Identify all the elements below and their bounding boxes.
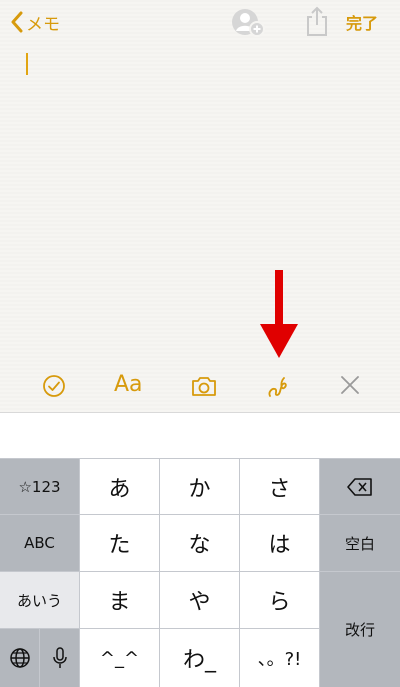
kana-mode-key[interactable]: あいう xyxy=(0,572,79,628)
kana-key-ra[interactable]: ら xyxy=(240,572,319,628)
punctuation-key[interactable]: 、。?! xyxy=(240,629,319,687)
kana-key-ha[interactable]: は xyxy=(240,515,319,571)
kana-key-na[interactable]: な xyxy=(160,515,239,571)
checklist-icon[interactable] xyxy=(42,374,66,398)
back-button[interactable]: メモ xyxy=(10,8,60,36)
note-canvas[interactable] xyxy=(0,0,400,412)
space-key[interactable]: 空白 xyxy=(320,515,400,571)
add-person-icon[interactable] xyxy=(229,6,269,38)
done-button[interactable]: 完了 xyxy=(346,10,378,34)
numbers-mode-key[interactable]: ☆123 xyxy=(0,459,79,514)
kana-key-ya[interactable]: や xyxy=(160,572,239,628)
alphabet-mode-key[interactable]: ABC xyxy=(0,515,79,571)
arrow-down-icon xyxy=(260,270,298,358)
format-toolbar: Aa xyxy=(0,362,400,412)
text-cursor xyxy=(26,53,28,75)
back-label: メモ xyxy=(26,14,60,35)
backspace-icon xyxy=(347,477,372,496)
japanese-keyboard: ☆123 あ か さ ABC た な は 空白 あいう ま や ら 改行 ^_^… xyxy=(0,458,400,687)
globe-key[interactable] xyxy=(0,629,39,687)
share-icon[interactable] xyxy=(304,5,330,37)
kana-key-ma[interactable]: ま xyxy=(80,572,159,628)
prediction-bar xyxy=(0,412,400,458)
navigation-bar: メモ 完了 xyxy=(0,0,400,44)
kana-key-wa[interactable]: わ_ xyxy=(160,629,239,687)
return-key[interactable]: 改行 xyxy=(320,572,400,687)
close-icon[interactable] xyxy=(339,374,361,396)
kana-key-ta[interactable]: た xyxy=(80,515,159,571)
kana-key-a[interactable]: あ xyxy=(80,459,159,514)
backspace-key[interactable] xyxy=(320,459,400,514)
sketch-icon[interactable] xyxy=(266,374,290,400)
chevron-left-icon xyxy=(11,11,23,33)
microphone-key[interactable] xyxy=(40,629,79,687)
microphone-icon xyxy=(52,647,67,668)
globe-icon xyxy=(9,648,30,668)
text-format-button[interactable]: Aa xyxy=(114,372,143,397)
kana-key-ka[interactable]: か xyxy=(160,459,239,514)
kana-key-sa[interactable]: さ xyxy=(240,459,319,514)
camera-icon[interactable] xyxy=(191,374,217,398)
emoticon-key[interactable]: ^_^ xyxy=(80,629,159,687)
